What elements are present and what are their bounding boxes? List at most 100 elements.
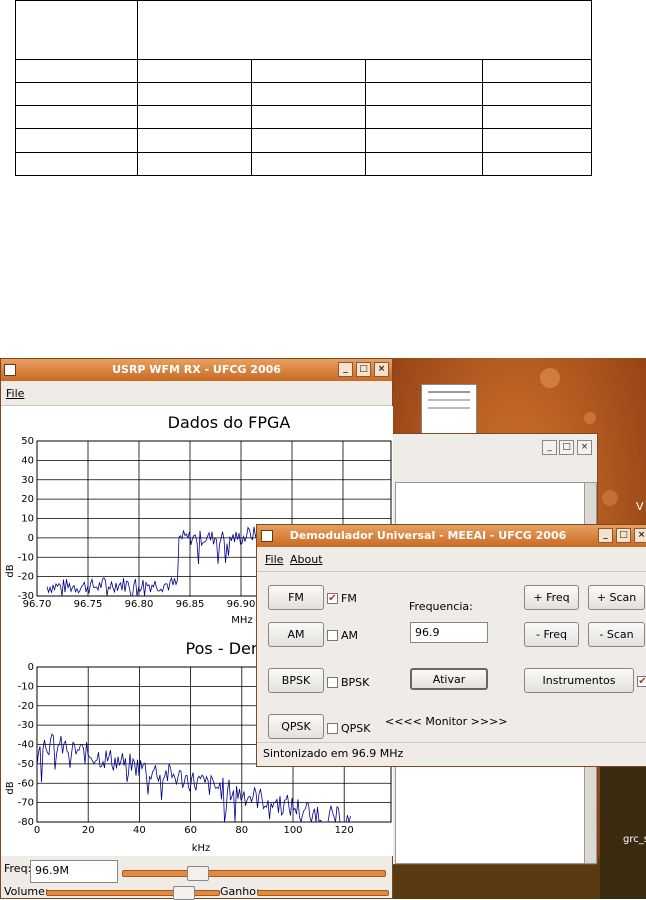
instrumentos-button[interactable]: Instrumentos xyxy=(524,668,634,693)
table-cell xyxy=(15,128,138,153)
ganho-slider[interactable] xyxy=(257,890,389,896)
qpsk-button[interactable]: QPSK xyxy=(268,714,324,739)
monitor-label: <<<< Monitor >>>> xyxy=(385,715,508,728)
close-icon[interactable]: × xyxy=(577,440,592,455)
x-tick-label: 96.70 xyxy=(23,599,52,610)
bpsk-checkbox[interactable] xyxy=(327,677,338,688)
y-tick-label: -20 xyxy=(18,572,34,583)
qpsk-checkbox-label: QPSK xyxy=(341,722,371,735)
table-cell xyxy=(251,81,366,107)
minimize-icon[interactable]: _ xyxy=(542,440,557,455)
chart1-ylabel: dB xyxy=(5,564,16,577)
table-cell xyxy=(482,105,592,130)
table-cell xyxy=(137,58,252,83)
instrumentos-checkbox[interactable]: ✔ xyxy=(637,676,646,687)
menu-about[interactable]: About xyxy=(290,553,323,566)
freq-slider-handle[interactable] xyxy=(187,866,209,881)
y-tick-label: 0 xyxy=(28,533,34,544)
fm-button[interactable]: FM xyxy=(268,585,324,610)
y-tick-label: -60 xyxy=(18,778,34,789)
wfm-menubar: File xyxy=(1,381,392,406)
y-tick-label: -30 xyxy=(18,720,34,731)
ativar-button[interactable]: Ativar xyxy=(410,668,488,690)
maximize-icon[interactable]: □ xyxy=(616,528,631,543)
fm-checkbox-label: FM xyxy=(341,592,357,605)
y-tick-label: 20 xyxy=(21,494,34,505)
chart1-xlabel: MHz xyxy=(231,615,252,626)
frequencia-label: Frequencia: xyxy=(409,600,473,613)
desktop-edge-letter: V xyxy=(636,500,644,513)
am-button[interactable]: AM xyxy=(268,622,324,647)
table-cell xyxy=(15,151,138,177)
status-text: Sintonizado em 96.9 MHz xyxy=(263,747,404,760)
x-tick-label: 20 xyxy=(82,825,95,836)
table-cell xyxy=(482,128,592,153)
maximize-icon[interactable]: □ xyxy=(559,440,574,455)
freq-label: Freq: xyxy=(4,862,32,875)
chart2-title: Pos - Dem xyxy=(186,639,267,658)
table-cell xyxy=(251,105,366,130)
table-cell xyxy=(365,105,483,130)
table-cell xyxy=(251,151,366,177)
minus-scan-button[interactable]: - Scan xyxy=(588,622,645,647)
x-tick-label: 96.85 xyxy=(176,599,205,610)
y-tick-label: 30 xyxy=(21,475,34,486)
ganho-label: Ganho: xyxy=(220,885,260,898)
demod-title: Demodulador Universal - MEEAI - UFCG 200… xyxy=(289,529,567,542)
table-cell xyxy=(137,151,252,177)
x-tick-label: 40 xyxy=(133,825,146,836)
document-thumbnail-icon[interactable] xyxy=(421,384,477,440)
table-cell xyxy=(365,128,483,153)
table-cell xyxy=(482,58,592,83)
minimize-icon[interactable]: _ xyxy=(338,362,353,377)
freq-slider[interactable] xyxy=(122,866,386,881)
x-tick-label: 96.90 xyxy=(227,599,256,610)
table-cell xyxy=(15,81,138,107)
close-icon[interactable]: × xyxy=(634,528,646,543)
volume-label: Volume: xyxy=(4,885,49,898)
y-tick-label: -20 xyxy=(18,701,34,712)
fm-checkbox[interactable]: ✔ xyxy=(327,593,338,604)
menu-file[interactable]: File xyxy=(6,387,24,400)
x-tick-label: 100 xyxy=(283,825,302,836)
wfm-titlebar[interactable]: USRP WFM RX - UFCG 2006 _ □ × xyxy=(1,359,392,381)
demod-menubar: File About xyxy=(257,547,646,572)
chart2-xlabel: kHz xyxy=(192,843,211,854)
chart1-title: Dados do FPGA xyxy=(168,413,291,432)
x-tick-label: 96.80 xyxy=(125,599,154,610)
x-tick-label: 60 xyxy=(184,825,197,836)
bpsk-button[interactable]: BPSK xyxy=(268,668,324,693)
document-table xyxy=(15,0,592,177)
maximize-icon[interactable]: □ xyxy=(356,362,371,377)
y-tick-label: 50 xyxy=(21,436,34,447)
table-cell xyxy=(365,58,483,83)
frequencia-input[interactable]: 96.9 xyxy=(410,622,488,643)
x-tick-label: 0 xyxy=(34,825,40,836)
table-cell xyxy=(482,81,592,107)
x-tick-label: 96.75 xyxy=(74,599,103,610)
plus-freq-button[interactable]: + Freq xyxy=(524,585,579,610)
table-cell xyxy=(251,58,366,83)
close-icon[interactable]: × xyxy=(374,362,389,377)
y-tick-label: 0 xyxy=(28,662,34,673)
table-cell xyxy=(137,0,592,60)
am-checkbox[interactable] xyxy=(327,630,338,641)
plus-scan-button[interactable]: + Scan xyxy=(588,585,645,610)
y-tick-label: 10 xyxy=(21,514,34,525)
qpsk-checkbox[interactable] xyxy=(327,723,338,734)
freq-input[interactable]: 96.9M xyxy=(30,860,118,883)
volume-slider[interactable] xyxy=(46,886,220,900)
volume-slider-handle[interactable] xyxy=(173,886,195,900)
table-cell xyxy=(482,151,592,177)
desktop-icon-label[interactable]: grc_s xyxy=(623,834,646,845)
table-cell xyxy=(137,128,252,153)
demod-titlebar[interactable]: Demodulador Universal - MEEAI - UFCG 200… xyxy=(257,525,646,547)
menu-file[interactable]: File xyxy=(265,553,283,566)
x-tick-label: 80 xyxy=(235,825,248,836)
demod-window[interactable]: Demodulador Universal - MEEAI - UFCG 200… xyxy=(256,524,646,767)
bpsk-checkbox-label: BPSK xyxy=(341,676,370,689)
y-tick-label: -80 xyxy=(18,817,34,828)
chart2-ylabel: dB xyxy=(5,781,16,794)
minus-freq-button[interactable]: - Freq xyxy=(524,622,579,647)
minimize-icon[interactable]: _ xyxy=(598,528,613,543)
